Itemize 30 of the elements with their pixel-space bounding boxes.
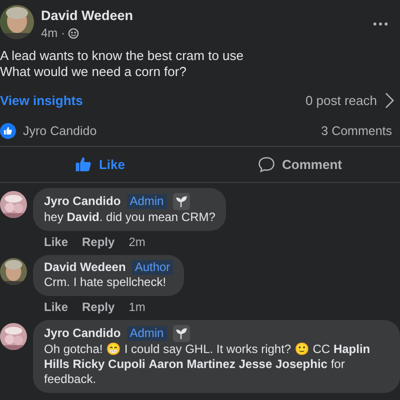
like-button[interactable]: Like	[0, 150, 200, 179]
role-badge: Admin	[126, 326, 167, 341]
chevron-right-icon[interactable]	[385, 92, 394, 109]
commenter-name[interactable]: Jyro Candido	[44, 194, 121, 209]
view-insights-link[interactable]: View insights	[0, 93, 83, 108]
comment-text: Crm. I hate spellcheck!	[44, 275, 168, 290]
like-link[interactable]: Like	[44, 235, 68, 249]
comment-text: Oh gotcha! 😁 I could say GHL. It works right? 🙂 CC Haplin Hills Ricky Cupoli Aaron Martinez Jesse Josephic for feedback.	[44, 342, 372, 387]
post-time[interactable]: 4m ·	[41, 26, 65, 40]
like-reaction-icon	[0, 123, 16, 139]
post-text: A lead wants to know the best cram to use	[0, 48, 244, 64]
like-link[interactable]: Like	[44, 300, 68, 314]
reply-link[interactable]: Reply	[82, 235, 115, 249]
post-reach: 0 post reach	[305, 93, 377, 108]
comment-button[interactable]: Comment	[200, 150, 400, 179]
author-name[interactable]: David Wedeen	[41, 8, 373, 23]
reply-link[interactable]: Reply	[82, 300, 115, 314]
comment-text: hey David. did you mean CRM?	[44, 210, 216, 225]
commenter-name[interactable]: David Wedeen	[44, 260, 126, 275]
commenter-name[interactable]: Jyro Candido	[44, 326, 121, 341]
post-text: What would we need a corn for?	[0, 64, 186, 80]
comment-time[interactable]: 2m	[128, 235, 146, 249]
more-icon[interactable]	[373, 22, 388, 26]
comment-time[interactable]: 1m	[128, 300, 146, 314]
role-badge: Author	[132, 260, 174, 275]
comment-icon	[258, 156, 276, 173]
reaction-names[interactable]: Jyro Candido	[23, 124, 97, 138]
role-badge: Admin	[126, 194, 167, 209]
comments-count[interactable]: 3 Comments	[321, 124, 392, 138]
thumbs-up-icon	[74, 156, 92, 173]
